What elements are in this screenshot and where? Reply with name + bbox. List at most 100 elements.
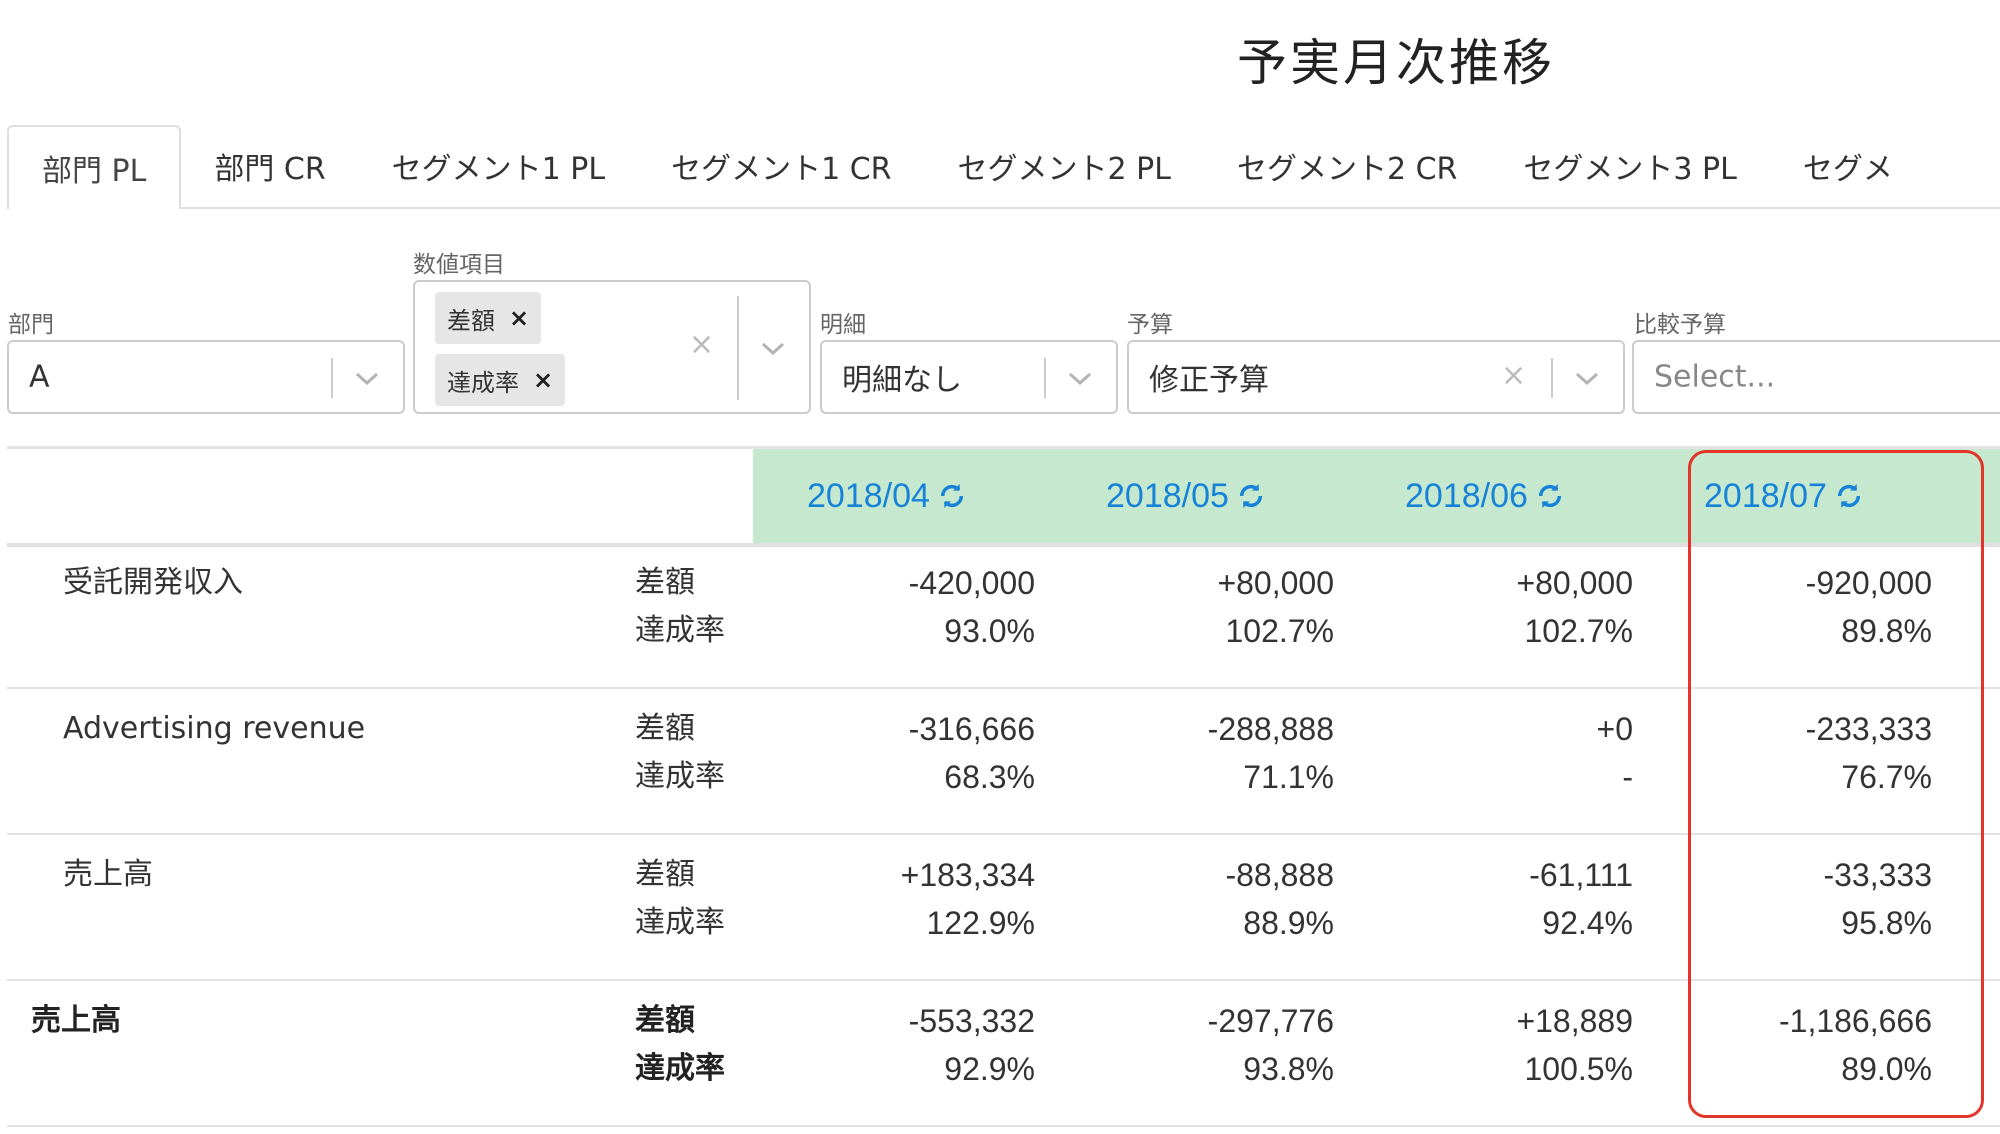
remove-tag-icon[interactable]: ×	[509, 304, 529, 332]
budget-label: 予算	[1127, 312, 1173, 338]
department-select[interactable]: A	[7, 340, 405, 414]
value-cell: 92.9%	[944, 1051, 1035, 1087]
metric-label: 差額	[635, 1003, 695, 1038]
value-cell: 89.0%	[1841, 1051, 1932, 1087]
metric-tag-label: 差額	[447, 306, 495, 335]
value-cell: +80,000	[1516, 565, 1633, 601]
refresh-icon[interactable]	[1235, 480, 1267, 512]
compare-budget-select[interactable]: Select...	[1632, 340, 2000, 414]
value-cell: 102.7%	[1524, 613, 1633, 649]
refresh-icon[interactable]	[1534, 480, 1566, 512]
value-cell: +80,000	[1217, 565, 1334, 601]
metric-tag-label: 達成率	[447, 368, 519, 397]
value-cell: -920,000	[1805, 565, 1932, 601]
tab-dept-cr[interactable]: 部門 CR	[181, 125, 358, 207]
metric-label: 差額	[635, 565, 695, 600]
tab-dept-pl[interactable]: 部門 PL	[7, 125, 182, 209]
chevron-down-icon[interactable]	[759, 340, 787, 358]
metrics-label: 数値項目	[413, 252, 505, 278]
value-cell: -33,333	[1823, 857, 1932, 893]
table-row-total: 売上高 差額 達成率 -553,332 92.9% -297,776 93.8%…	[7, 981, 2000, 1127]
metrics-multiselect[interactable]: 差額 × 達成率 × ×	[413, 280, 811, 414]
metric-label: 達成率	[635, 613, 725, 648]
tab-segment2-pl[interactable]: セグメント2 PL	[925, 125, 1204, 207]
month-header[interactable]: 2018/07	[1704, 449, 1865, 543]
month-header[interactable]: 2018/04	[807, 449, 968, 543]
value-cell: -61,111	[1529, 857, 1633, 893]
value-cell: 100.5%	[1524, 1051, 1633, 1087]
table-row: Advertising revenue 差額 達成率 -316,666 68.3…	[7, 689, 2000, 835]
row-label: 売上高	[63, 857, 153, 892]
clear-icon[interactable]: ×	[689, 330, 714, 360]
chevron-down-icon[interactable]	[1573, 370, 1601, 388]
value-cell: 95.8%	[1841, 905, 1932, 941]
separator	[737, 296, 739, 400]
metric-label: 達成率	[635, 1051, 725, 1086]
value-cell: -288,888	[1207, 711, 1334, 747]
table-row: 売上高 差額 達成率 +183,334 122.9% -88,888 88.9%…	[7, 835, 2000, 981]
detail-value: 明細なし	[842, 363, 962, 398]
value-cell: 76.7%	[1841, 759, 1932, 795]
value-cell: -297,776	[1207, 1003, 1334, 1039]
separator	[1044, 358, 1046, 398]
detail-label: 明細	[820, 312, 866, 338]
remove-tag-icon[interactable]: ×	[533, 366, 553, 394]
tab-segment1-cr[interactable]: セグメント1 CR	[638, 125, 924, 207]
metric-label: 達成率	[635, 905, 725, 940]
budget-value: 修正予算	[1149, 363, 1269, 398]
tab-segment3-pl[interactable]: セグメント3 PL	[1490, 125, 1769, 207]
value-cell: 93.8%	[1243, 1051, 1334, 1087]
department-value: A	[29, 359, 50, 395]
value-cell: +183,334	[900, 857, 1035, 893]
row-label: 売上高	[31, 1003, 121, 1038]
metric-tag: 差額 ×	[435, 292, 542, 344]
value-cell: -420,000	[908, 565, 1035, 601]
value-cell: +18,889	[1516, 1003, 1633, 1039]
month-label: 2018/05	[1106, 476, 1229, 515]
detail-select[interactable]: 明細なし	[820, 340, 1118, 414]
tab-segment3-cr-truncated[interactable]: セグメ	[1770, 125, 1926, 207]
compare-budget-placeholder: Select...	[1654, 359, 1776, 395]
value-cell: 89.8%	[1841, 613, 1932, 649]
metric-tag: 達成率 ×	[435, 354, 566, 406]
chevron-down-icon[interactable]	[353, 370, 381, 388]
tab-segment2-cr[interactable]: セグメント2 CR	[1204, 125, 1490, 207]
value-cell: 68.3%	[944, 759, 1035, 795]
month-label: 2018/04	[807, 476, 930, 515]
separator	[1551, 358, 1553, 398]
table-header: 2018/04 2018/05 2018/06 2018/07	[7, 446, 2000, 547]
value-cell: 71.1%	[1243, 759, 1334, 795]
department-label: 部門	[8, 312, 54, 338]
budget-select[interactable]: 修正予算 ×	[1127, 340, 1625, 414]
value-cell: +0	[1596, 711, 1633, 747]
table-row: 受託開発収入 差額 達成率 -420,000 93.0% +80,000 102…	[7, 543, 2000, 689]
compare-budget-label: 比較予算	[1634, 312, 1726, 338]
chevron-down-icon[interactable]	[1066, 370, 1094, 388]
row-label: 受託開発収入	[63, 565, 243, 600]
page-title: 予実月次推移	[1237, 34, 1555, 92]
clear-icon[interactable]: ×	[1501, 361, 1526, 391]
refresh-icon[interactable]	[936, 480, 968, 512]
row-label: Advertising revenue	[63, 711, 366, 746]
value-cell: -233,333	[1805, 711, 1932, 747]
value-cell: -	[1622, 759, 1633, 795]
value-cell: -88,888	[1225, 857, 1334, 893]
tab-segment1-pl[interactable]: セグメント1 PL	[359, 125, 638, 207]
value-cell: 92.4%	[1542, 905, 1633, 941]
refresh-icon[interactable]	[1833, 480, 1865, 512]
metric-label: 達成率	[635, 759, 725, 794]
value-cell: 88.9%	[1243, 905, 1334, 941]
value-cell: -1,186,666	[1778, 1003, 1932, 1039]
value-cell: -553,332	[908, 1003, 1035, 1039]
month-label: 2018/07	[1704, 476, 1827, 515]
metric-label: 差額	[635, 711, 695, 746]
value-cell: 93.0%	[944, 613, 1035, 649]
month-label: 2018/06	[1405, 476, 1528, 515]
value-cell: 122.9%	[926, 905, 1035, 941]
separator	[331, 358, 333, 398]
month-header[interactable]: 2018/05	[1106, 449, 1267, 543]
month-header[interactable]: 2018/06	[1405, 449, 1566, 543]
tab-bar: 部門 PL 部門 CR セグメント1 PL セグメント1 CR セグメント2 P…	[7, 125, 2000, 209]
value-cell: -316,666	[908, 711, 1035, 747]
metric-label: 差額	[635, 857, 695, 892]
